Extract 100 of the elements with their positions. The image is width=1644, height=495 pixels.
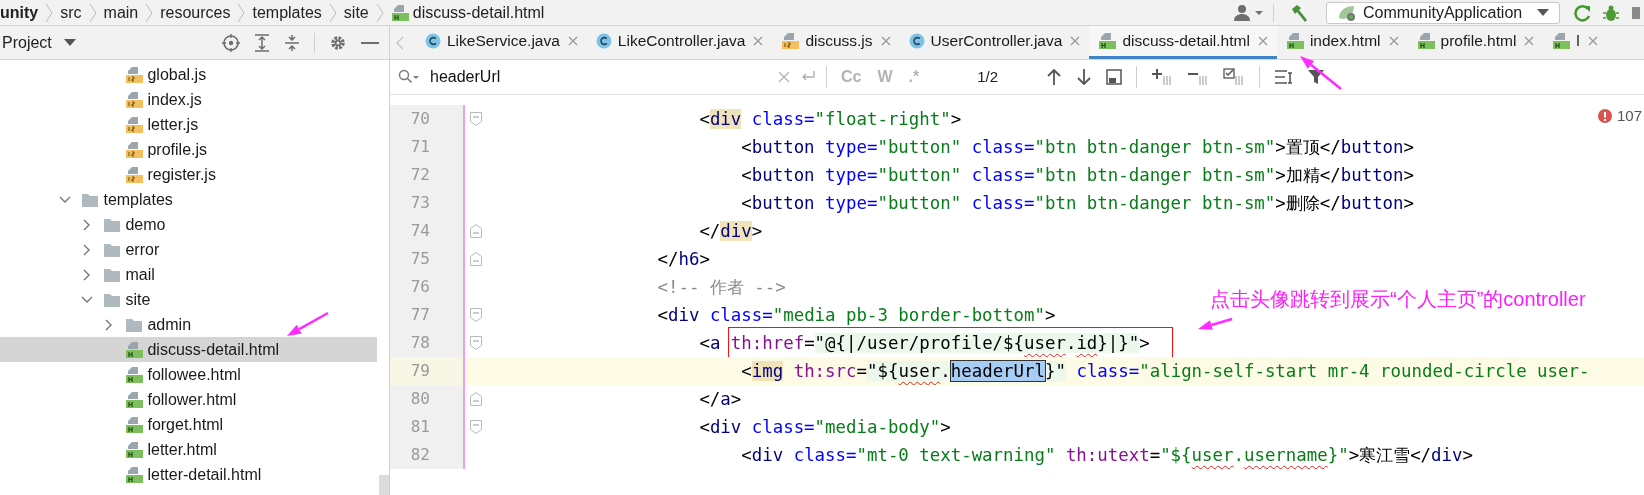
tree-item[interactable]: follower.html xyxy=(0,387,377,412)
arrow-down-icon[interactable] xyxy=(1076,68,1093,86)
tree-item[interactable]: letter.html xyxy=(0,437,377,462)
tree-item[interactable]: discuss-detail.html xyxy=(0,337,377,362)
fold-marker-icon[interactable] xyxy=(470,392,482,406)
filter-lines-icon[interactable] xyxy=(1274,69,1295,85)
js-file-icon xyxy=(781,32,800,50)
tree-item[interactable]: letter-detail.html xyxy=(0,462,377,487)
html-file-icon xyxy=(1098,32,1117,50)
clear-icon[interactable] xyxy=(778,71,790,83)
fold-marker-icon[interactable] xyxy=(470,308,482,322)
code-line: <a th:href="@{|/user/profile/${user.id}|}"> xyxy=(698,332,1150,353)
tree-item[interactable]: followee.html xyxy=(0,362,377,387)
editor-tab[interactable]: index.html xyxy=(1276,26,1408,59)
add-occurrence-icon[interactable] xyxy=(1151,68,1174,86)
search-field[interactable]: headerUrl xyxy=(430,65,770,89)
editor-tab[interactable]: discuss.js xyxy=(772,26,900,59)
breadcrumb-item[interactable]: src xyxy=(60,0,82,25)
html-file-icon xyxy=(125,390,143,409)
rerun-icon[interactable] xyxy=(1574,3,1592,22)
editor-tab[interactable]: LikeController.java xyxy=(586,26,773,59)
fold-marker-icon[interactable] xyxy=(470,252,482,266)
breadcrumb-item[interactable]: main xyxy=(103,0,139,25)
fold-marker-icon[interactable] xyxy=(470,112,482,126)
close-icon[interactable] xyxy=(1070,36,1081,46)
breadcrumb-item[interactable]: templates xyxy=(252,0,322,25)
line-number: 75 xyxy=(410,248,430,270)
close-icon[interactable] xyxy=(1257,36,1268,46)
settings-icon[interactable] xyxy=(329,33,347,52)
run-configuration-label: CommunityApplication xyxy=(1363,2,1523,23)
tree-item[interactable]: templates xyxy=(0,187,377,212)
editor-tab[interactable]: l xyxy=(1543,26,1607,59)
editor-tab[interactable]: discuss-detail.html xyxy=(1089,26,1277,59)
tree-item[interactable]: demo xyxy=(0,212,377,237)
close-icon[interactable] xyxy=(1587,36,1598,46)
run-configuration-dropdown[interactable]: CommunityApplication xyxy=(1326,1,1560,24)
tree-item[interactable]: error xyxy=(0,237,377,262)
code-line: <!-- 作者 --> xyxy=(656,276,786,297)
collapse-all-icon[interactable] xyxy=(284,33,300,52)
editor-tab[interactable]: profile.html xyxy=(1407,26,1544,59)
bug-icon[interactable] xyxy=(1602,3,1620,22)
select-all-icon[interactable] xyxy=(1106,69,1123,85)
close-icon[interactable] xyxy=(1524,36,1535,46)
tree-item[interactable]: profile.js xyxy=(0,137,377,162)
expand-all-icon[interactable] xyxy=(254,33,270,52)
breadcrumb-separator-icon xyxy=(144,2,155,23)
code-line: <div class="media pb-3 border-bottom"> xyxy=(656,304,1056,325)
tree-item[interactable]: global.js xyxy=(0,62,377,87)
folder-icon xyxy=(81,191,99,208)
class-file-icon xyxy=(908,33,925,49)
breadcrumb-item[interactable]: site xyxy=(343,0,369,25)
fold-marker-icon[interactable] xyxy=(470,420,482,434)
crosshair-icon[interactable] xyxy=(222,33,240,52)
close-icon[interactable] xyxy=(880,36,891,46)
folder-icon xyxy=(125,316,143,333)
tree-item[interactable]: forget.html xyxy=(0,412,377,437)
close-icon[interactable] xyxy=(567,36,578,46)
filter-icon[interactable] xyxy=(1308,69,1325,85)
line-number: 70 xyxy=(410,108,430,130)
breadcrumb-item[interactable]: resources xyxy=(160,0,231,25)
select-occurrences-icon[interactable] xyxy=(1223,68,1246,86)
tree-item[interactable]: register.js xyxy=(0,162,377,187)
editor-tab[interactable]: UserController.java xyxy=(899,26,1090,59)
folder-icon xyxy=(103,266,121,283)
code-line: <button type="button" class="btn btn-danger btn-sm">加精</button> xyxy=(740,164,1415,185)
tree-item[interactable]: letter.js xyxy=(0,112,377,137)
editor-tab[interactable]: LikeService.java xyxy=(416,26,587,59)
arrow-up-icon[interactable] xyxy=(1046,68,1063,86)
html-file-icon xyxy=(125,340,143,359)
caret-down-icon xyxy=(1537,8,1549,17)
class-file-icon xyxy=(595,33,612,49)
breadcrumb-separator-icon xyxy=(87,2,98,23)
fold-marker-icon[interactable] xyxy=(470,224,482,238)
js-file-icon xyxy=(125,140,143,159)
project-view-dropdown[interactable]: Project xyxy=(2,30,76,55)
tree-item[interactable]: admin xyxy=(0,312,377,337)
error-icon[interactable] xyxy=(1597,109,1612,124)
search-icon[interactable] xyxy=(398,69,420,85)
line-number: 73 xyxy=(410,192,430,214)
close-icon[interactable] xyxy=(753,36,764,46)
js-file-icon xyxy=(125,65,143,84)
tree-item[interactable]: index.js xyxy=(0,87,377,112)
tree-item[interactable]: site xyxy=(0,287,377,312)
code-line: <img th:src="${user.headerUrl}" class="align-self-start mr-4 rounded-circle user- xyxy=(740,360,1590,381)
code-line: <button type="button" class="btn btn-danger btn-sm">置顶</button> xyxy=(740,136,1415,157)
code-line: <button type="button" class="btn btn-danger btn-sm">删除</button> xyxy=(740,192,1415,213)
html-file-icon xyxy=(1285,32,1304,50)
line-number: 71 xyxy=(410,136,430,158)
hammer-icon[interactable] xyxy=(1290,3,1308,22)
problem-count[interactable]: 107 xyxy=(1616,105,1642,128)
fold-marker-icon[interactable] xyxy=(470,336,482,350)
close-icon[interactable] xyxy=(1388,36,1399,46)
scrollbar-thumb[interactable] xyxy=(379,475,389,495)
breadcrumb-item[interactable]: unity xyxy=(0,0,39,25)
tree-item[interactable]: mail xyxy=(0,262,377,287)
breadcrumb-item[interactable]: discuss-detail.html xyxy=(390,0,545,25)
user-icon[interactable] xyxy=(1233,3,1263,22)
code-line: </a> xyxy=(698,388,742,409)
line-number: 72 xyxy=(410,164,430,186)
folder-icon xyxy=(103,216,121,233)
